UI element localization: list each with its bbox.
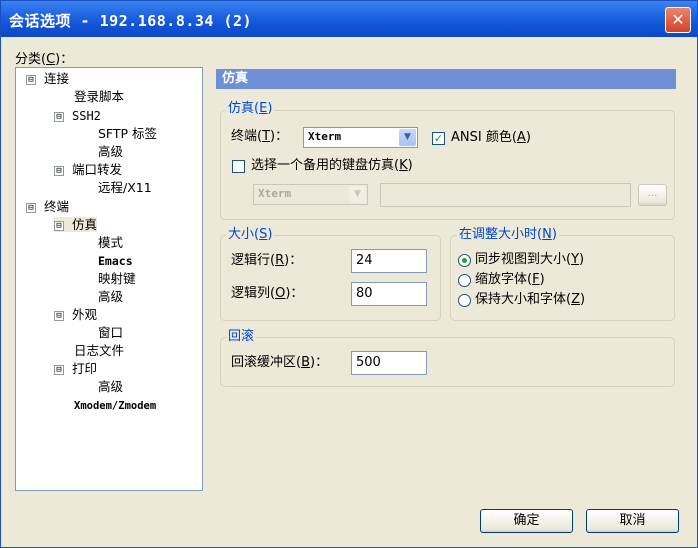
rows-label: 逻辑行(R)： — [231, 253, 303, 268]
columns-input[interactable]: 80 — [351, 282, 427, 306]
chevron-down-icon[interactable]: ▼ — [399, 129, 416, 146]
ansi-color-label: ANSI 颜色(A) — [451, 130, 531, 145]
alt-keyboard-checkbox[interactable] — [232, 160, 245, 173]
tree-item-printing[interactable]: ⊟ 打印 — [54, 361, 97, 377]
sync-view-radio[interactable] — [458, 254, 471, 267]
tree-item-printing-advanced[interactable]: 高级 — [98, 379, 123, 395]
collapse-icon[interactable]: ⊟ — [54, 112, 64, 122]
title-bar[interactable]: 会话选项 - 192.168.8.34 (2) ✕ — [1, 1, 697, 37]
collapse-icon[interactable]: ⊟ — [54, 221, 64, 231]
alt-keyboard-label: 选择一个备用的键盘仿真(K) — [251, 158, 413, 173]
chevron-down-icon[interactable]: ▼ — [349, 186, 366, 203]
window-title: 会话选项 - 192.168.8.34 (2) — [9, 12, 253, 30]
session-options-dialog: 会话选项 - 192.168.8.34 (2) ✕ 分类(C)： ⊟ 连接 登录脚… — [0, 0, 698, 548]
alt-keyboard-file-input[interactable] — [380, 183, 631, 207]
tree-item-xmodem-zmodem[interactable]: Xmodem/Zmodem — [74, 397, 156, 413]
collapse-icon[interactable]: ⊟ — [54, 365, 64, 375]
category-label: 分类(C)： — [15, 52, 74, 67]
keep-size-font-label: 保持大小和字体(Z) — [475, 292, 586, 307]
scale-font-radio[interactable] — [458, 274, 471, 287]
scale-font-label: 缩放字体(F) — [475, 272, 545, 287]
alt-keyboard-select[interactable]: Xterm ▼ — [253, 184, 368, 205]
tree-item-window[interactable]: 窗口 — [98, 325, 123, 341]
collapse-icon[interactable]: ⊟ — [54, 166, 64, 176]
tree-item-ssh2[interactable]: ⊟ SSH2 — [54, 108, 101, 124]
resize-group-title: 在调整大小时(N) — [457, 227, 559, 242]
scrollback-buffer-label: 回滚缓冲区(B)： — [231, 355, 329, 370]
tree-item-sftp-tab[interactable]: SFTP 标签 — [98, 126, 157, 142]
collapse-icon[interactable]: ⊟ — [54, 311, 64, 321]
cancel-button[interactable]: 取消 — [586, 509, 679, 533]
terminal-label: 终端(T)： — [231, 129, 289, 144]
tree-item-connection[interactable]: ⊟ 连接 — [26, 71, 69, 87]
close-icon[interactable]: ✕ — [665, 7, 691, 33]
tree-item-remote-x11[interactable]: 远程/X11 — [98, 180, 152, 196]
browse-button[interactable]: ... — [638, 184, 667, 206]
emulation-group-title: 仿真(E) — [226, 101, 275, 116]
tree-item-emulation[interactable]: ⊟ 仿真 — [54, 217, 98, 233]
collapse-icon[interactable]: ⊟ — [26, 203, 36, 213]
panel-header: 仿真 — [216, 69, 676, 89]
category-tree[interactable]: ⊟ 连接 登录脚本 ⊟ SSH2 SFTP 标签 高级 ⊟ 端口转发 远程/X11 ⊟… — [15, 67, 203, 491]
tree-item-port-forwarding[interactable]: ⊟ 端口转发 — [54, 162, 122, 178]
tree-item-log-file[interactable]: 日志文件 — [74, 343, 124, 359]
scrollback-buffer-input[interactable]: 500 — [351, 351, 427, 375]
tree-item-appearance[interactable]: ⊟ 外观 — [54, 307, 97, 323]
sync-view-label: 同步视图到大小(Y) — [475, 252, 585, 267]
keep-size-font-radio[interactable] — [458, 294, 471, 307]
rows-input[interactable]: 24 — [351, 249, 427, 273]
tree-item-terminal[interactable]: ⊟ 终端 — [26, 199, 69, 215]
tree-item-mapped-keys[interactable]: 映射键 — [98, 271, 136, 287]
terminal-select[interactable]: Xterm ▼ — [303, 127, 418, 148]
tree-item-emulation-advanced[interactable]: 高级 — [98, 289, 123, 305]
ansi-color-checkbox[interactable]: ✓ — [432, 132, 445, 145]
ok-button[interactable]: 确定 — [480, 509, 573, 533]
tree-item-login-script[interactable]: 登录脚本 — [74, 89, 124, 105]
tree-item-modes[interactable]: 模式 — [98, 235, 123, 251]
scrollback-group-title: 回滚 — [226, 329, 257, 344]
size-group-title: 大小(S) — [226, 227, 275, 242]
columns-label: 逻辑列(O)： — [231, 286, 304, 301]
size-group — [220, 235, 441, 321]
tree-item-emacs[interactable]: Emacs — [98, 253, 133, 269]
tree-item-ssh2-advanced[interactable]: 高级 — [98, 144, 123, 160]
collapse-icon[interactable]: ⊟ — [26, 75, 36, 85]
